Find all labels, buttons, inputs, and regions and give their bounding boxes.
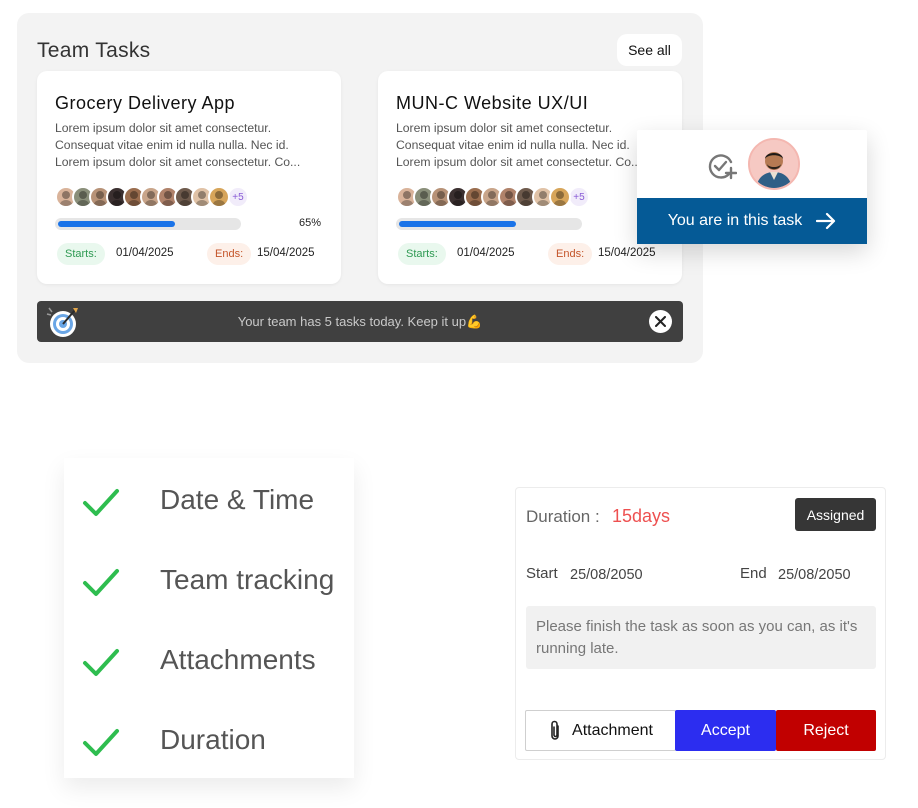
features-list: Date & Time Team tracking Attachments Du… (64, 458, 354, 778)
description-line: Lorem ipsum dolor sit amet consectetur. (55, 121, 272, 135)
feature-item: Duration (82, 724, 266, 758)
avatar (208, 186, 230, 208)
avatar (549, 186, 571, 208)
feature-label: Attachments (160, 644, 316, 675)
arrow-right-icon (816, 212, 836, 230)
starts-tag: Starts: (57, 243, 105, 265)
check-icon (83, 569, 119, 596)
status-badge: Assigned (795, 498, 876, 531)
start-label: Start (526, 565, 558, 582)
duration-card: Duration : 15days Assigned Start 25/08/2… (515, 487, 886, 760)
end-value: 25/08/2050 (778, 567, 851, 583)
task-card-title: MUN-C Website UX/UI (396, 93, 589, 113)
user-avatar (748, 138, 800, 190)
description-line: Lorem ipsum dolor sit amet consectetur. … (55, 155, 301, 169)
member-avatars[interactable]: +5 (396, 186, 590, 208)
duration-value: 15days (612, 506, 671, 526)
feature-item: Date & Time (82, 484, 314, 518)
description-line: Lorem ipsum dolor sit amet consectetur. (396, 121, 613, 135)
progress-bar (396, 218, 582, 230)
description-line: Consequat vitae enim id nulla nulla. Nec… (55, 138, 289, 152)
task-note: Please finish the task as soon as you ca… (526, 606, 876, 669)
feature-item: Team tracking (82, 564, 334, 598)
accept-button[interactable]: Accept (675, 710, 776, 751)
see-all-button[interactable]: See all (617, 34, 682, 66)
task-card-description: Lorem ipsum dolor sit amet consectetur. … (396, 120, 664, 171)
join-task-button[interactable]: You are in this task (637, 198, 867, 244)
start-date: 01/04/2025 (116, 247, 174, 259)
more-members-badge[interactable]: +5 (568, 186, 590, 208)
feature-label: Duration (160, 724, 266, 755)
motivation-banner: Your team has 5 tasks today. Keep it up💪 (37, 301, 683, 342)
join-task-label: You are in this task (667, 212, 803, 229)
task-join-popup: You are in this task (637, 130, 867, 244)
check-icon (83, 729, 119, 756)
progress-fill (58, 221, 175, 227)
close-banner-button[interactable] (649, 310, 672, 333)
start-date: 01/04/2025 (457, 247, 515, 259)
panel-title: Team Tasks (37, 39, 151, 62)
ends-tag: Ends: (548, 243, 593, 265)
task-card-description: Lorem ipsum dolor sit amet consectetur. … (55, 120, 323, 171)
feature-label: Date & Time (160, 484, 315, 515)
reject-button[interactable]: Reject (776, 710, 876, 751)
banner-text: Your team has 5 tasks today. Keep it up💪 (237, 314, 483, 329)
check-add-icon (708, 154, 737, 180)
progress-bar (55, 218, 241, 230)
paperclip-icon (551, 720, 559, 740)
attachment-button[interactable]: Attachment (525, 710, 676, 751)
check-icon (83, 489, 119, 516)
feature-label: Team tracking (160, 564, 335, 595)
progress-fill (399, 221, 516, 227)
feature-item: Attachments (82, 644, 316, 678)
progress-percent: 65% (299, 217, 322, 229)
task-card[interactable]: Grocery Delivery App Lorem ipsum dolor s… (37, 71, 341, 284)
task-card-title: Grocery Delivery App (55, 93, 236, 113)
start-value: 25/08/2050 (570, 567, 643, 583)
duration-label: Duration : (526, 507, 600, 526)
check-icon (83, 649, 119, 676)
attachment-label: Attachment (572, 721, 653, 739)
end-date: 15/04/2025 (257, 247, 315, 259)
more-members-badge[interactable]: +5 (227, 186, 249, 208)
end-date: 15/04/2025 (598, 247, 656, 259)
description-line: Lorem ipsum dolor sit amet consectetur. … (396, 155, 642, 169)
ends-tag: Ends: (207, 243, 252, 265)
end-label: End (740, 565, 767, 582)
close-icon (655, 316, 666, 327)
starts-tag: Starts: (398, 243, 446, 265)
team-tasks-panel: Team Tasks See all Grocery Delivery App … (17, 13, 703, 363)
member-avatars[interactable]: +5 (55, 186, 249, 208)
description-line: Consequat vitae enim id nulla nulla. Nec… (396, 138, 630, 152)
